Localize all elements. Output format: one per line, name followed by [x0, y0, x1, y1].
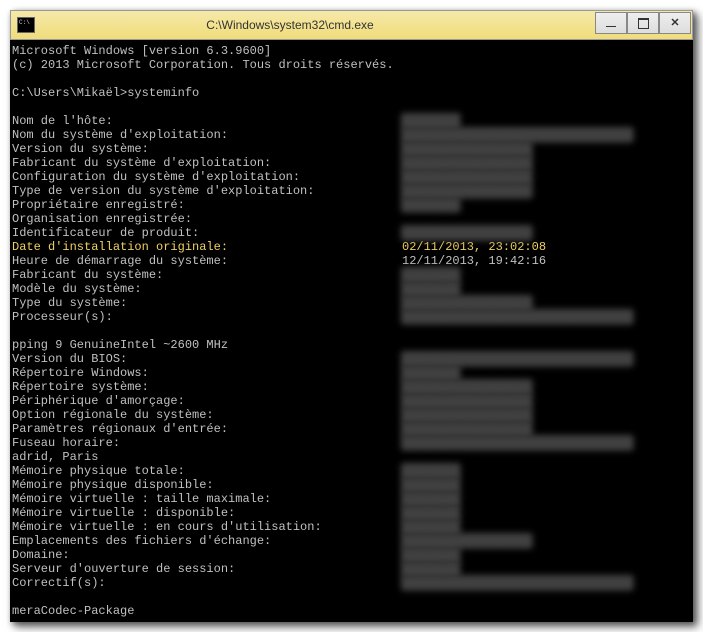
mem-total-value: ████████ [402, 464, 460, 478]
timezone-value: ████████████████████████████████ [402, 436, 632, 450]
boot-time-value: 12/11/2013, 19:42:16 [402, 254, 546, 268]
vmem-used-value: ████████ [402, 520, 460, 534]
cmd-window: C:\Windows\system32\cmd.exe Microsoft Wi… [10, 10, 693, 622]
window-controls [595, 16, 691, 34]
version-label: Version du système: [12, 142, 402, 156]
vmem-avail-value: ████████ [402, 506, 460, 520]
owner-label: Propriétaire enregistré: [12, 198, 402, 212]
boot-device-label: Périphérique d'amorçage: [12, 394, 402, 408]
close-button[interactable] [659, 12, 691, 34]
sys-type-label: Type du système: [12, 296, 402, 310]
maximize-button[interactable] [627, 12, 659, 34]
sys-manufacturer-label: Fabricant du système: [12, 268, 402, 282]
domain-value: ████████ [402, 548, 460, 562]
processors-label: Processeur(s): [12, 310, 402, 324]
timezone-label: Fuseau horaire: [12, 436, 402, 450]
mem-avail-value: ████████ [402, 478, 460, 492]
terminal-body[interactable]: Microsoft Windows [version 6.3.9600] (c)… [10, 40, 693, 622]
sysdir-label: Répertoire système: [12, 380, 402, 394]
prompt-command: systeminfo [127, 86, 199, 100]
timezone-detail: adrid, Paris [12, 450, 98, 464]
sys-manufacturer-value: ████████ [402, 268, 460, 282]
config-label: Configuration du système d'exploitation: [12, 170, 402, 184]
boot-device-value: ██████████████████ [402, 394, 532, 408]
footer-line: meraCodec-Package [12, 604, 134, 618]
input-locale-label: Paramètres régionaux d'entrée: [12, 422, 402, 436]
locale-label: Option régionale du système: [12, 408, 402, 422]
bios-value: ████████████████████████████████ [402, 352, 632, 366]
org-label: Organisation enregistrée: [12, 212, 192, 226]
sys-model-value: ████████ [402, 282, 460, 296]
window-title: C:\Windows\system32\cmd.exe [0, 18, 595, 32]
bios-label: Version du BIOS: [12, 352, 402, 366]
minimize-button[interactable] [595, 12, 627, 34]
sysdir-value: ██████████████████ [402, 380, 532, 394]
version-value: ██████████████████ [402, 142, 532, 156]
domain-label: Domaine: [12, 548, 402, 562]
vmem-used-label: Mémoire virtuelle : en cours d'utilisati… [12, 520, 402, 534]
build-label: Type de version du système d'exploitatio… [12, 184, 402, 198]
logon-server-value: ████████ [402, 562, 460, 576]
os-label: Nom du système d'exploitation: [12, 128, 402, 142]
vmem-max-value: ████████ [402, 492, 460, 506]
mem-total-label: Mémoire physique totale: [12, 464, 402, 478]
processors-value: ████████████████████████████████ [402, 310, 632, 324]
logon-server-label: Serveur d'ouverture de session: [12, 562, 402, 576]
build-value: ██████████████████ [402, 184, 532, 198]
hotfix-label: Correctif(s): [12, 576, 402, 590]
locale-value: ██████████████████ [402, 408, 532, 422]
host-value: ████████ [402, 114, 460, 128]
prompt-path: C:\Users\Mikaël> [12, 86, 127, 100]
sys-model-label: Modèle du système: [12, 282, 402, 296]
windir-label: Répertoire Windows: [12, 366, 402, 380]
windir-value: ████████ [402, 366, 460, 380]
vmem-avail-label: Mémoire virtuelle : disponible: [12, 506, 402, 520]
mem-avail-label: Mémoire physique disponible: [12, 478, 402, 492]
boot-time-label: Heure de démarrage du système: [12, 254, 402, 268]
install-date-value: 02/11/2013, 23:02:08 [402, 240, 546, 254]
header-line-1: Microsoft Windows [version 6.3.9600] [12, 44, 271, 58]
processor-detail: pping 9 GenuineIntel ~2600 MHz [12, 338, 228, 352]
install-date-label: Date d'installation originale: [12, 240, 402, 254]
owner-value: ████████ [402, 198, 460, 212]
host-label: Nom de l'hôte: [12, 114, 402, 128]
cmd-icon [17, 17, 35, 33]
manufacturer-value: ██████████████████ [402, 156, 532, 170]
pagefile-label: Emplacements des fichiers d'échange: [12, 534, 402, 548]
manufacturer-label: Fabricant du système d'exploitation: [12, 156, 402, 170]
product-id-label: Identificateur de produit: [12, 226, 402, 240]
header-line-2: (c) 2013 Microsoft Corporation. Tous dro… [12, 58, 394, 72]
sys-type-value: ██████████████████ [402, 296, 532, 310]
hotfix-value: ████████████████████████████████ [402, 576, 632, 590]
pagefile-value: ██████████████████ [402, 534, 532, 548]
input-locale-value: ██████████████████ [402, 422, 532, 436]
config-value: ██████████████████ [402, 170, 532, 184]
titlebar[interactable]: C:\Windows\system32\cmd.exe [10, 10, 693, 40]
vmem-max-label: Mémoire virtuelle : taille maximale: [12, 492, 402, 506]
product-id-value: ██████████████████ [402, 226, 532, 240]
os-value: ████████████████████████████████ [402, 128, 632, 142]
